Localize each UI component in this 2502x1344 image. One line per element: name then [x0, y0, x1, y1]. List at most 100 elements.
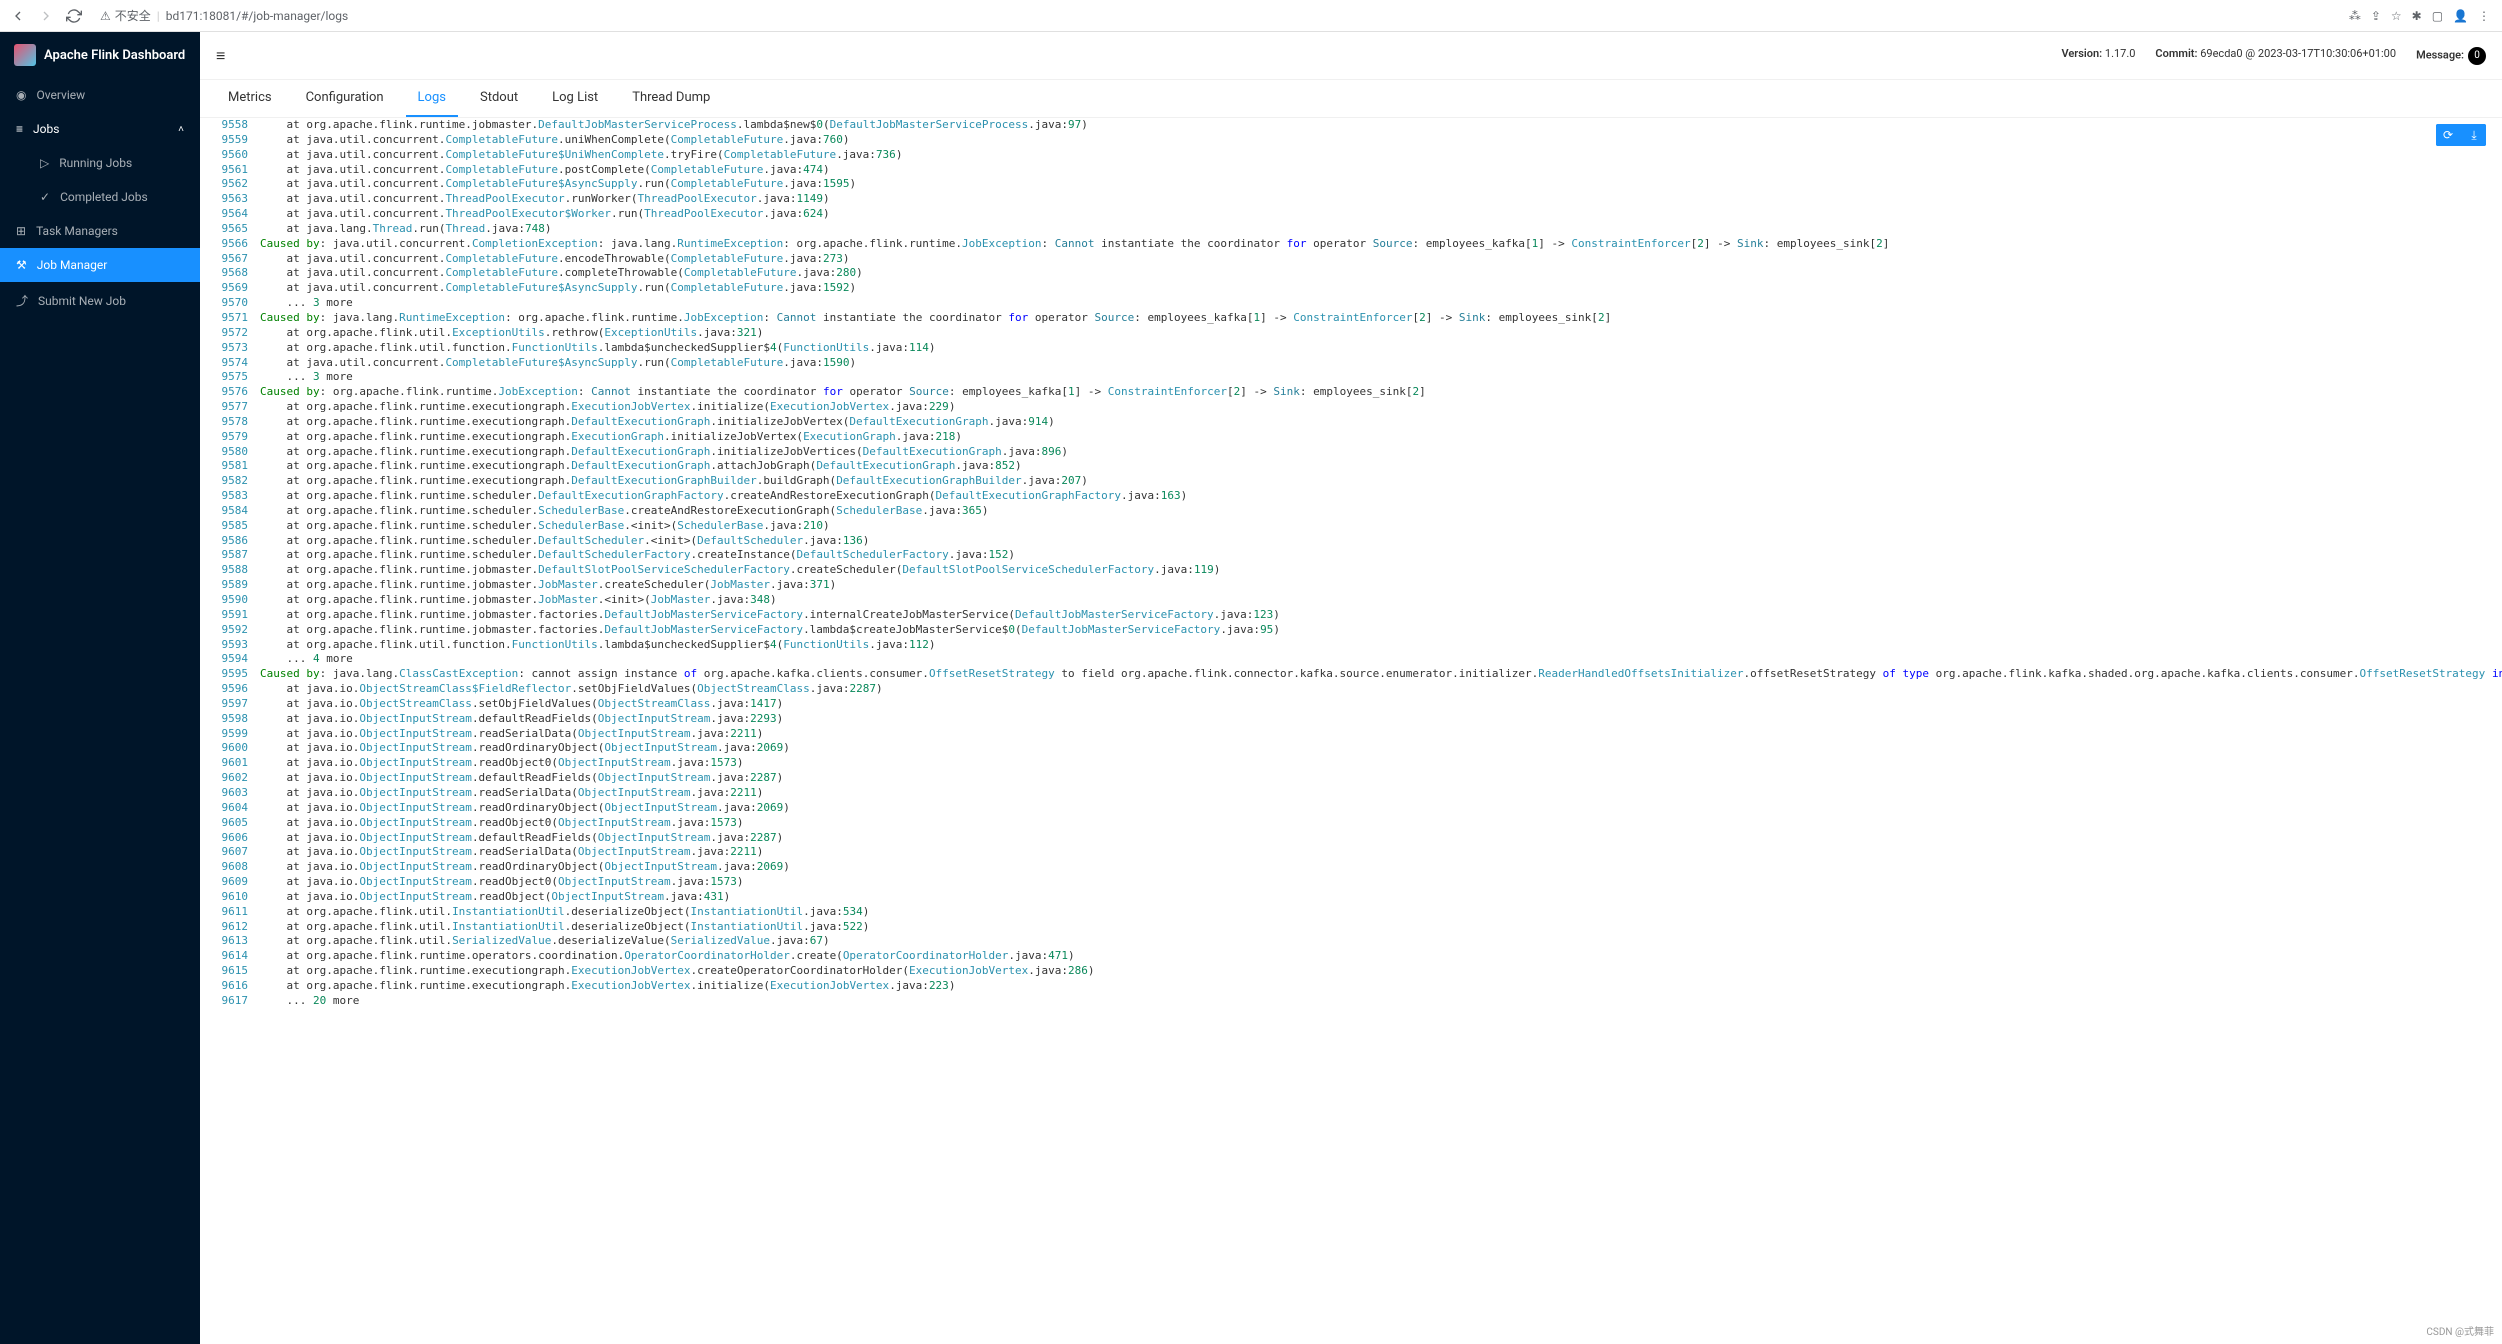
upload-icon: ⤴: [16, 292, 28, 309]
check-icon: ✓: [40, 190, 50, 204]
sidebar-item-jobs[interactable]: ≡ Jobs ˄: [0, 112, 200, 146]
sidebar-item-overview[interactable]: ◉ Overview: [0, 78, 200, 112]
line-content: at java.io.ObjectInputStream.readSerialD…: [260, 786, 2502, 801]
sidebar-item-running-jobs[interactable]: ▷ Running Jobs: [0, 146, 200, 180]
tab-configuration[interactable]: Configuration: [294, 80, 396, 117]
refresh-log-button[interactable]: ⟳: [2436, 124, 2460, 146]
line-number: 9602: [200, 771, 260, 786]
line-number: 9588: [200, 563, 260, 578]
line-number: 9614: [200, 949, 260, 964]
log-actions: ⟳ ⤓: [2436, 124, 2486, 146]
log-line: 9572 at org.apache.flink.util.ExceptionU…: [200, 326, 2502, 341]
log-line: 9573 at org.apache.flink.util.function.F…: [200, 341, 2502, 356]
log-line: 9567 at java.util.concurrent.Completable…: [200, 252, 2502, 267]
log-line: 9561 at java.util.concurrent.Completable…: [200, 163, 2502, 178]
line-number: 9594: [200, 652, 260, 667]
line-number: 9586: [200, 534, 260, 549]
bookmark-icon[interactable]: ☆: [2391, 9, 2402, 23]
line-number: 9613: [200, 934, 260, 949]
download-log-button[interactable]: ⤓: [2462, 124, 2486, 146]
line-content: ... 4 more: [260, 652, 2502, 667]
window-icon[interactable]: ▢: [2432, 9, 2443, 23]
line-number: 9596: [200, 682, 260, 697]
log-line: 9603 at java.io.ObjectInputStream.readSe…: [200, 786, 2502, 801]
dashboard-icon: ◉: [16, 88, 26, 102]
log-line: 9594 ... 4 more: [200, 652, 2502, 667]
flink-logo-icon: [14, 44, 36, 66]
line-number: 9567: [200, 252, 260, 267]
log-viewer[interactable]: ⟳ ⤓ 9558 at org.apache.flink.runtime.job…: [200, 118, 2502, 1344]
line-content: at java.io.ObjectInputStream.readSerialD…: [260, 727, 2502, 742]
sidebar-item-job-manager[interactable]: ⚒ Job Manager: [0, 248, 200, 282]
line-content: at org.apache.flink.runtime.executiongra…: [260, 400, 2502, 415]
chevron-up-icon: ˄: [178, 124, 184, 135]
log-line: 9608 at java.io.ObjectInputStream.readOr…: [200, 860, 2502, 875]
message-info: Message:0: [2416, 47, 2486, 65]
collapse-sidebar-button[interactable]: ≡: [216, 46, 225, 66]
line-number: 9612: [200, 920, 260, 935]
log-line: 9568 at java.util.concurrent.Completable…: [200, 266, 2502, 281]
line-content: at org.apache.flink.runtime.executiongra…: [260, 459, 2502, 474]
line-number: 9615: [200, 964, 260, 979]
message-count-badge[interactable]: 0: [2468, 47, 2486, 65]
log-line: 9596 at java.io.ObjectStreamClass$FieldR…: [200, 682, 2502, 697]
line-content: at org.apache.flink.runtime.executiongra…: [260, 964, 2502, 979]
profile-icon[interactable]: 👤: [2453, 9, 2468, 23]
log-line: 9604 at java.io.ObjectInputStream.readOr…: [200, 801, 2502, 816]
line-content: at java.util.concurrent.CompletableFutur…: [260, 177, 2502, 192]
line-content: at org.apache.flink.util.InstantiationUt…: [260, 920, 2502, 935]
sidebar-item-label: Jobs: [33, 122, 59, 136]
menu-icon[interactable]: ⋮: [2478, 9, 2490, 23]
line-number: 9583: [200, 489, 260, 504]
line-number: 9598: [200, 712, 260, 727]
tab-thread-dump[interactable]: Thread Dump: [620, 80, 722, 117]
watermark: CSDN @式舞菲: [2426, 1323, 2494, 1338]
line-content: at org.apache.flink.runtime.jobmaster.De…: [260, 118, 2502, 133]
line-number: 9593: [200, 638, 260, 653]
line-number: 9590: [200, 593, 260, 608]
log-line: 9579 at org.apache.flink.runtime.executi…: [200, 430, 2502, 445]
sidebar-item-task-managers[interactable]: ⊞ Task Managers: [0, 214, 200, 248]
line-number: 9595: [200, 667, 260, 682]
tab-metrics[interactable]: Metrics: [216, 80, 284, 117]
line-number: 9561: [200, 163, 260, 178]
line-number: 9575: [200, 370, 260, 385]
tab-logs[interactable]: Logs: [406, 80, 458, 117]
line-content: at java.lang.Thread.run(Thread.java:748): [260, 222, 2502, 237]
line-number: 9617: [200, 994, 260, 1009]
log-line: 9588 at org.apache.flink.runtime.jobmast…: [200, 563, 2502, 578]
line-number: 9592: [200, 623, 260, 638]
line-number: 9558: [200, 118, 260, 133]
line-number: 9582: [200, 474, 260, 489]
version-info: Version: 1.17.0: [2061, 47, 2135, 65]
sidebar-item-label: Running Jobs: [59, 156, 132, 170]
line-number: 9600: [200, 741, 260, 756]
back-button[interactable]: [8, 6, 28, 26]
line-number: 9608: [200, 860, 260, 875]
sidebar-item-completed-jobs[interactable]: ✓ Completed Jobs: [0, 180, 200, 214]
tab-stdout[interactable]: Stdout: [468, 80, 530, 117]
line-content: at java.io.ObjectInputStream.readOrdinar…: [260, 741, 2502, 756]
line-content: at org.apache.flink.runtime.jobmaster.De…: [260, 563, 2502, 578]
log-line: 9581 at org.apache.flink.runtime.executi…: [200, 459, 2502, 474]
log-line: 9575 ... 3 more: [200, 370, 2502, 385]
translate-icon[interactable]: ⁂: [2349, 9, 2361, 23]
line-number: 9584: [200, 504, 260, 519]
line-content: at org.apache.flink.runtime.scheduler.De…: [260, 534, 2502, 549]
extensions-icon[interactable]: ✱: [2412, 9, 2422, 23]
line-number: 9591: [200, 608, 260, 623]
line-number: 9587: [200, 548, 260, 563]
log-line: 9558 at org.apache.flink.runtime.jobmast…: [200, 118, 2502, 133]
share-icon[interactable]: ⇪: [2371, 9, 2381, 23]
tab-log-list[interactable]: Log List: [540, 80, 610, 117]
line-content: Caused by: java.lang.ClassCastException:…: [260, 667, 2502, 682]
line-number: 9609: [200, 875, 260, 890]
sidebar-item-submit-job[interactable]: ⤴ Submit New Job: [0, 282, 200, 319]
log-line: 9600 at java.io.ObjectInputStream.readOr…: [200, 741, 2502, 756]
forward-button[interactable]: [36, 6, 56, 26]
log-line: 9589 at org.apache.flink.runtime.jobmast…: [200, 578, 2502, 593]
line-number: 9585: [200, 519, 260, 534]
url-bar[interactable]: ⚠ 不安全 | bd171:18081/#/job-manager/logs: [92, 5, 2341, 26]
reload-button[interactable]: [64, 6, 84, 26]
line-content: at org.apache.flink.runtime.executiongra…: [260, 445, 2502, 460]
